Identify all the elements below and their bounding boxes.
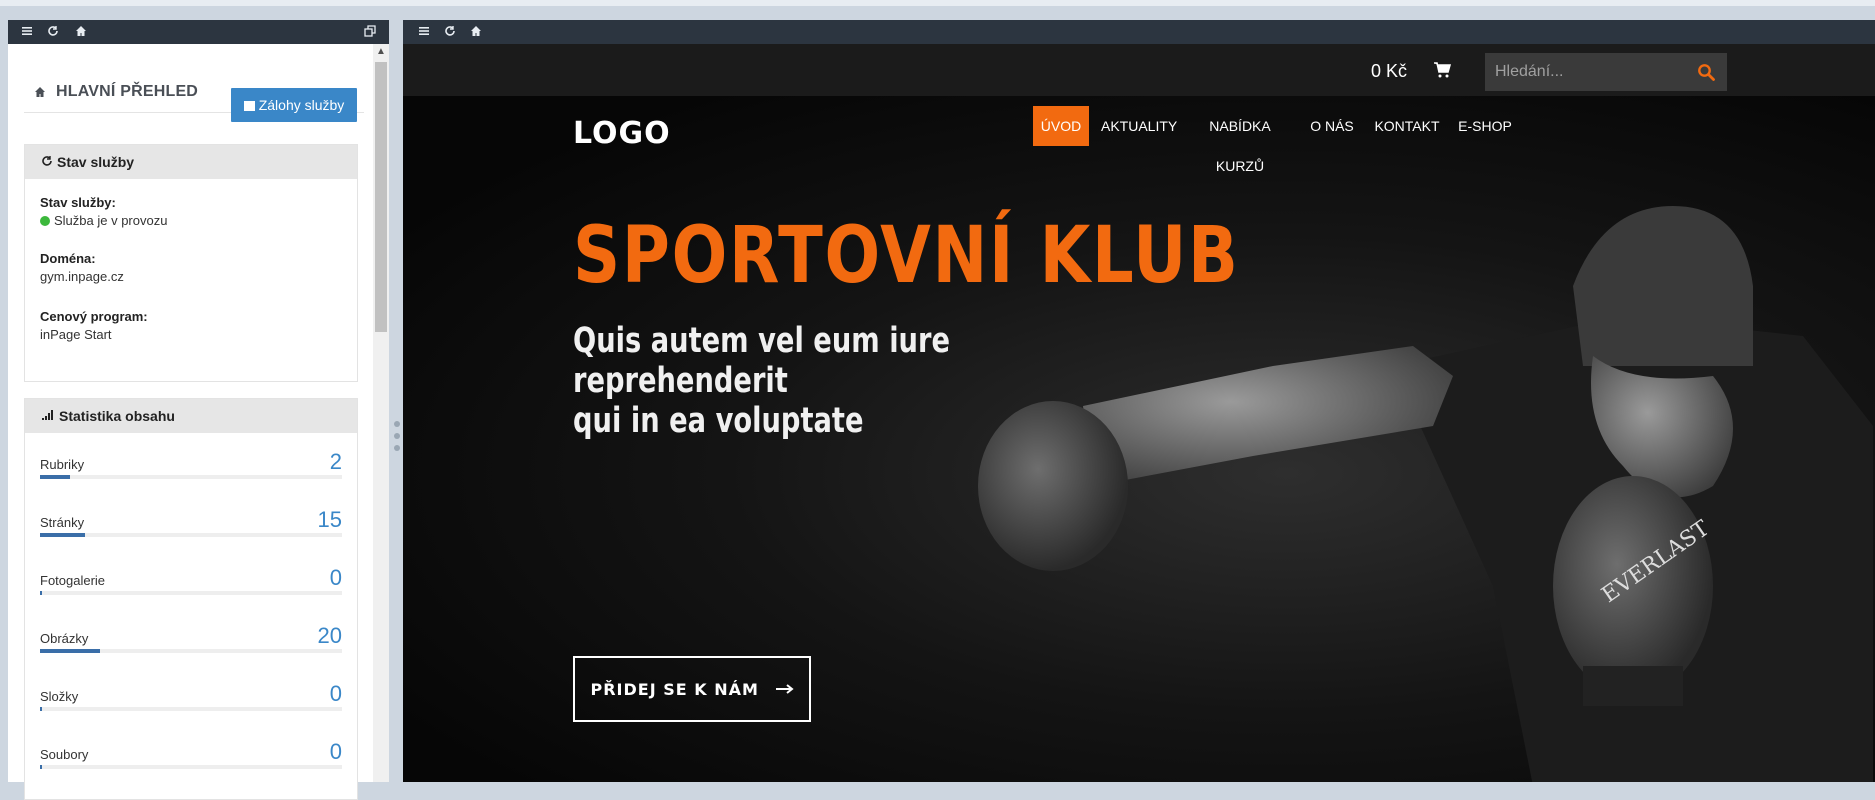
panel-splitter[interactable] (392, 418, 402, 458)
service-status-card: Stav služby Stav služby: Služba je v pro… (24, 144, 358, 382)
archive-icon (243, 101, 255, 111)
stat-value[interactable]: 20 (318, 623, 342, 649)
status-dot (40, 216, 50, 226)
hero-subtitle-line-2: qui in ea voluptate (573, 401, 864, 441)
hero-title: SPORTOVNÍ KLUB (573, 211, 1240, 301)
refresh-icon (41, 145, 53, 179)
home-icon[interactable] (74, 25, 88, 39)
plan-label: Cenový program: (40, 309, 148, 324)
card-title: Stav služby (57, 154, 135, 170)
stat-progress-bar (40, 533, 342, 537)
cart-total[interactable]: 0 Kč (1371, 61, 1407, 82)
status-text: Služba je v provozu (54, 213, 168, 228)
site-topbar: 0 Kč Hledání... (403, 44, 1875, 96)
scrollbar[interactable]: ▲ (373, 44, 389, 782)
stat-progress-fill (40, 707, 42, 711)
search-placeholder: Hledání... (1495, 63, 1564, 80)
card-title: Statistika obsahu (59, 408, 175, 424)
domain-label: Doména: (40, 251, 96, 266)
stat-value[interactable]: 0 (330, 681, 342, 707)
refresh-icon[interactable] (46, 25, 60, 39)
nav-item-kontakt[interactable]: KONTAKT (1371, 106, 1443, 146)
stat-progress-bar (40, 475, 342, 479)
top-strip (0, 0, 1875, 6)
stat-label: Složky (40, 689, 79, 704)
restore-window-icon[interactable] (363, 25, 377, 39)
website-preview: 0 Kč Hledání... EVERLAST LOGO ÚVOD AKTUA… (403, 44, 1875, 782)
menu-icon[interactable] (417, 25, 431, 39)
join-us-button[interactable]: PŘIDEJ SE K NÁM (573, 656, 811, 722)
scrollbar-thumb[interactable] (375, 62, 387, 332)
nav-item-o-nas[interactable]: O NÁS (1307, 106, 1357, 146)
page-title: HLAVNÍ PŘEHLED (56, 83, 199, 100)
stat-value[interactable]: 15 (318, 507, 342, 533)
stat-item: Rubriky 2 (40, 449, 342, 489)
card-header: Statistika obsahu (25, 399, 357, 433)
stat-value[interactable]: 2 (330, 449, 342, 475)
domain-value: gym.inpage.cz (40, 269, 124, 284)
preview-toolbar (403, 20, 1875, 44)
content-stats-card: Statistika obsahu Rubriky 2 Stránky 15 Fotog… (24, 398, 358, 800)
card-header: Stav služby (25, 145, 357, 179)
nav-item-e-shop[interactable]: E-SHOP (1455, 106, 1515, 146)
stat-label: Obrázky (40, 631, 89, 646)
stat-value[interactable]: 0 (330, 739, 342, 765)
signal-bars-icon (41, 399, 55, 433)
menu-icon[interactable] (20, 25, 34, 39)
home-icon (34, 85, 46, 97)
stat-item: Obrázky 20 (40, 623, 342, 663)
stat-item: Stránky 15 (40, 507, 342, 547)
stat-item: Složky 0 (40, 681, 342, 721)
stat-label: Fotogalerie (40, 573, 106, 588)
stat-progress-bar (40, 765, 342, 769)
search-input[interactable]: Hledání... (1485, 53, 1727, 91)
refresh-icon[interactable] (443, 25, 457, 39)
status-value: Služba je v provozu (40, 213, 167, 228)
join-us-label: PŘIDEJ SE K NÁM (590, 680, 759, 699)
nav-item-uvod[interactable]: ÚVOD (1033, 106, 1089, 146)
stat-progress-bar (40, 591, 342, 595)
hero-subtitle-line-1: Quis autem vel eum iure reprehenderit (573, 321, 950, 401)
stat-item: Soubory 0 (40, 739, 342, 779)
status-label: Stav služby: (40, 195, 116, 210)
stat-item: Fotogalerie 0 (40, 565, 342, 605)
preview-window: 0 Kč Hledání... EVERLAST LOGO ÚVOD AKTUA… (403, 20, 1875, 782)
cart-icon[interactable] (1433, 61, 1452, 79)
site-logo[interactable]: LOGO (573, 116, 671, 151)
hero-section: EVERLAST LOGO ÚVOD AKTUALITY NABÍDKA KUR… (403, 96, 1875, 782)
stat-label: Soubory (40, 747, 89, 762)
stat-label: Rubriky (40, 457, 85, 472)
dashboard-body: ▲ HLAVNÍ PŘEHLED Zálohy služby Stav služ… (8, 44, 389, 800)
stat-progress-fill (40, 533, 85, 537)
stat-progress-fill (40, 591, 42, 595)
backup-button-label: Zálohy služby (258, 97, 345, 113)
stat-progress-fill (40, 765, 42, 769)
hero-subtitle: Quis autem vel eum iure reprehenderit qu… (573, 321, 1041, 441)
dashboard-window: ▲ HLAVNÍ PŘEHLED Zálohy služby Stav služ… (8, 20, 389, 800)
backup-button[interactable]: Zálohy služby (231, 88, 357, 122)
home-icon[interactable] (469, 25, 483, 39)
stat-progress-fill (40, 475, 70, 479)
stat-progress-bar (40, 707, 342, 711)
arrow-right-icon (775, 658, 794, 720)
nav-item-aktuality[interactable]: AKTUALITY (1101, 106, 1177, 146)
plan-value: inPage Start (40, 327, 112, 342)
stat-value[interactable]: 0 (330, 565, 342, 591)
scroll-up-icon[interactable]: ▲ (375, 46, 387, 58)
stat-progress-fill (40, 649, 100, 653)
stat-progress-bar (40, 649, 342, 653)
nav-item-nabidka-kurzu[interactable]: NABÍDKA KURZŮ (1190, 106, 1290, 174)
stat-label: Stránky (40, 515, 85, 530)
dashboard-toolbar (8, 20, 389, 44)
search-icon[interactable] (1697, 63, 1715, 81)
